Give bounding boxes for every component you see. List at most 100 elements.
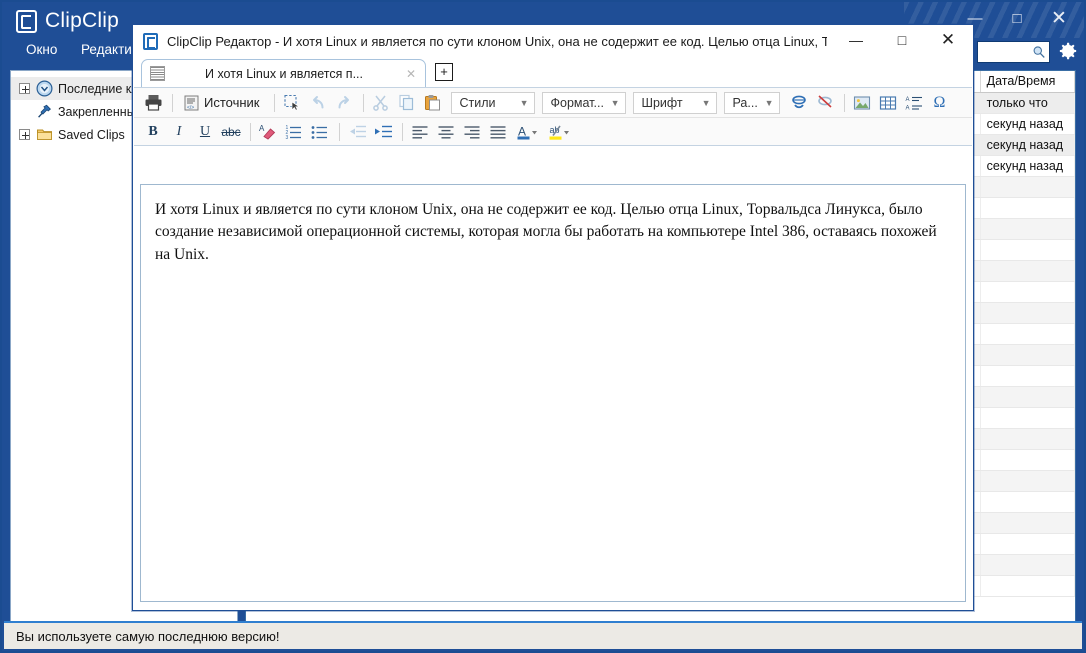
unlink-icon — [817, 95, 832, 108]
cut-button[interactable] — [369, 91, 393, 114]
font-dropdown-value: Шрифт — [641, 95, 683, 110]
link-icon — [791, 95, 806, 109]
strikethrough-button[interactable]: abc — [219, 120, 243, 143]
numbered-list-icon: 123 — [286, 125, 301, 140]
spacer-icon — [19, 106, 30, 117]
editor-close-button[interactable]: ✕ — [925, 25, 971, 55]
search-box[interactable] — [977, 41, 1050, 63]
editor-tab-label: И хотя Linux и является п... — [204, 66, 363, 81]
expand-icon[interactable] — [19, 129, 30, 140]
outdent-button[interactable] — [345, 120, 369, 143]
select-all-icon — [283, 94, 300, 111]
chevron-down-icon: ▼ — [701, 97, 711, 108]
underline-button[interactable]: U — [193, 120, 217, 143]
gear-icon[interactable] — [1056, 40, 1078, 62]
chevron-down-icon: ▼ — [764, 97, 774, 108]
copy-icon — [399, 94, 414, 111]
search-input[interactable] — [978, 42, 1030, 62]
size-dropdown[interactable]: Ра... ▼ — [723, 91, 780, 114]
redo-icon — [338, 95, 349, 108]
editor-tab[interactable]: И хотя Linux и является п... ✕ — [141, 59, 426, 87]
chevron-down-icon: ▼ — [610, 97, 620, 108]
format-dropdown[interactable]: Формат... ▼ — [541, 91, 626, 114]
clipclip-logo-icon — [16, 9, 37, 33]
page-break-button[interactable]: A A — [902, 91, 926, 114]
main-maximize-button[interactable]: □ — [996, 2, 1038, 34]
size-dropdown-value: Ра... — [732, 95, 758, 110]
remove-format-button[interactable]: A — [256, 120, 280, 143]
toolbar-separator — [339, 122, 340, 141]
font-dropdown[interactable]: Шрифт ▼ — [632, 91, 717, 114]
search-icon[interactable] — [1032, 45, 1046, 59]
numbered-list-button[interactable]: 123 — [282, 120, 306, 143]
undo-icon — [312, 95, 323, 108]
styles-dropdown[interactable]: Стили ▼ — [450, 91, 535, 114]
status-text: Вы используете самую последнюю версию! — [16, 628, 280, 644]
highlight-color-button[interactable]: ab — [544, 120, 574, 143]
editor-content-area[interactable]: И хотя Linux и является по сути клоном U… — [140, 184, 966, 602]
undo-button[interactable] — [306, 91, 330, 114]
toolbar-separator — [250, 122, 251, 141]
highlight-color-icon: ab — [549, 125, 569, 140]
toolbar-separator — [362, 93, 364, 112]
copy-button[interactable] — [395, 91, 419, 114]
align-left-icon — [412, 125, 428, 139]
editor-maximize-button[interactable]: □ — [879, 25, 925, 55]
new-tab-button[interactable]: + — [435, 63, 453, 81]
toolbar-separator — [402, 122, 403, 141]
image-button[interactable] — [850, 91, 874, 114]
link-button[interactable] — [787, 91, 811, 114]
align-left-button[interactable] — [408, 120, 432, 143]
special-char-button[interactable]: Ω — [928, 91, 952, 114]
print-button[interactable] — [141, 91, 165, 114]
align-center-button[interactable] — [434, 120, 458, 143]
main-close-button[interactable]: ✕ — [1038, 2, 1080, 34]
printer-icon — [145, 95, 161, 111]
tree-item-label: Saved Clips — [58, 127, 125, 142]
list-cell-datetime: секунд назад — [981, 135, 1075, 155]
expand-icon[interactable] — [19, 83, 30, 94]
indent-button[interactable] — [371, 120, 395, 143]
editor-window: ClipClip Редактор - И хотя Linux и являе… — [132, 24, 974, 611]
bulleted-list-button[interactable] — [308, 120, 332, 143]
svg-text:A: A — [905, 97, 909, 103]
align-justify-button[interactable] — [486, 120, 510, 143]
editor-toolbar-row-1: </> Источник Стили ▼ Формат... ▼ Шрифт ▼… — [134, 88, 972, 117]
source-button-label: Источник — [204, 95, 260, 110]
scissors-icon — [373, 95, 388, 111]
svg-text:A: A — [518, 124, 526, 138]
source-button[interactable]: </> Источник — [178, 91, 265, 114]
editor-tabstrip: И хотя Linux и является п... ✕ + — [133, 59, 973, 87]
styles-dropdown-value: Стили — [459, 95, 496, 110]
list-column-datetime[interactable]: Дата/Время — [981, 71, 1075, 92]
toolbar-separator — [273, 93, 275, 112]
menu-item-window[interactable]: Окно — [20, 41, 63, 61]
italic-button[interactable]: I — [167, 120, 191, 143]
text-color-button[interactable]: A — [512, 120, 542, 143]
bold-button[interactable]: B — [141, 120, 165, 143]
redo-button[interactable] — [332, 91, 356, 114]
svg-text:A: A — [259, 124, 265, 133]
align-center-icon — [438, 125, 454, 139]
omega-icon: Ω — [933, 93, 946, 111]
editor-content-text[interactable]: И хотя Linux и является по сути клоном U… — [141, 185, 965, 266]
list-cell-datetime: только что — [981, 93, 1075, 113]
toolbar-separator — [172, 93, 173, 112]
text-color-icon: A — [517, 124, 537, 139]
chevron-down-icon: ▼ — [519, 97, 529, 108]
tab-close-icon[interactable]: ✕ — [403, 67, 419, 81]
table-icon — [879, 95, 896, 110]
format-dropdown-value: Формат... — [550, 95, 604, 110]
editor-minimize-button[interactable]: — — [833, 25, 879, 55]
unlink-button[interactable] — [813, 91, 837, 114]
table-button[interactable] — [876, 91, 900, 114]
toolbar-separator — [843, 93, 845, 112]
select-all-button[interactable] — [280, 91, 304, 114]
svg-text:A: A — [905, 105, 909, 111]
editor-titlebar: ClipClip Редактор - И хотя Linux и являе… — [133, 25, 973, 59]
editor-toolbars: </> Источник Стили ▼ Формат... ▼ Шрифт ▼… — [134, 87, 972, 146]
editor-toolbar-row-2: B I U abc A 123 A ab — [134, 117, 972, 145]
align-right-button[interactable] — [460, 120, 484, 143]
paste-button[interactable] — [421, 91, 445, 114]
bulleted-list-icon — [311, 125, 327, 139]
